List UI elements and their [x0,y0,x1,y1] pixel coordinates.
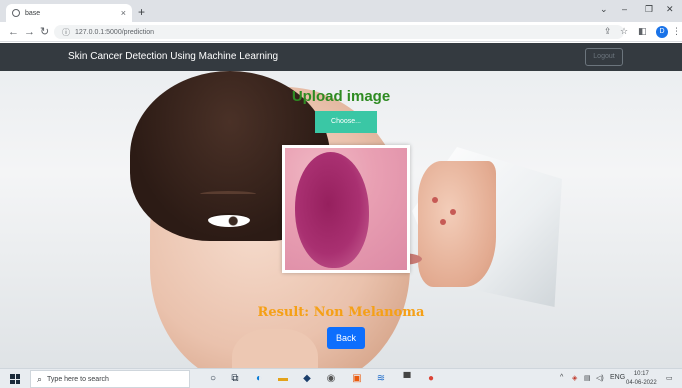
office-icon[interactable]: ▣ [350,372,364,386]
background-eyebrow [200,191,256,197]
restore-icon[interactable]: ❐ [645,4,653,15]
upload-heading: Upload image [291,88,391,105]
prediction-result: Result: Non Melanoma [257,305,425,320]
browser-tab[interactable]: base × [6,4,132,22]
media-icon[interactable]: ▀ [400,372,414,386]
url-text: 127.0.0.1:5000/prediction [75,28,155,36]
share-icon[interactable]: ⇪ [604,26,612,37]
taskbar-search-box[interactable]: ⌕ Type here to search [30,370,190,388]
menu-kebab-icon[interactable]: ⋮ [672,26,681,37]
minimize-icon[interactable]: – [622,4,627,14]
language-indicator[interactable]: ENG [610,374,625,381]
taskbar-clock[interactable]: 10:17 04-06-2022 [626,370,657,388]
search-icon: ⌕ [37,373,43,384]
reload-icon[interactable]: ↻ [40,25,49,39]
address-bar[interactable]: ⓘ 127.0.0.1:5000/prediction [54,25,624,39]
background-eye [208,213,250,227]
info-icon: ⓘ [62,27,70,37]
antivirus-icon[interactable]: ◈ [572,374,577,382]
web-page: Skin Cancer Detection Using Machine Lear… [0,43,682,368]
profile-avatar[interactable]: D [656,26,668,38]
windows-start-icon[interactable] [10,374,20,384]
side-panel-icon[interactable]: ◧ [638,26,647,37]
background-skin-closeup [418,161,496,287]
vscode-icon[interactable]: ≋ [374,372,388,386]
clock-date: 04-06-2022 [626,380,657,386]
tray-chevron-icon[interactable]: ^ [560,374,563,381]
volume-icon[interactable]: ◁) [596,374,604,382]
bookmark-star-icon[interactable]: ☆ [620,26,628,37]
navbar: Skin Cancer Detection Using Machine Lear… [0,43,682,71]
background-hand [232,329,318,368]
edge-icon[interactable]: ◐ [252,372,266,386]
close-window-icon[interactable]: ✕ [666,4,674,15]
tab-title: base [25,9,41,17]
choose-file-button[interactable]: Choose... [315,111,377,133]
windows-taskbar: ⌕ Type here to search ○ ⧉ ◐ ▬ ◆ ◉ ▣ ≋ ▀ … [0,368,682,388]
background-blemish [450,209,456,215]
browser-toolbar: ← → ↻ ⓘ 127.0.0.1:5000/prediction ⇪ ☆ ◧ … [0,22,682,42]
taskbar-search-placeholder: Type here to search [47,375,109,383]
store-icon[interactable]: ◆ [300,372,314,386]
browser-tabstrip: base × + ⌄ – ❐ ✕ [0,0,682,22]
network-icon[interactable]: ▤ [584,374,591,382]
new-tab-button[interactable]: + [138,5,145,19]
cortana-icon[interactable]: ○ [206,372,220,386]
back-button[interactable]: Back [327,327,365,349]
app-icon[interactable]: ◉ [324,372,338,386]
uploaded-image-preview [282,145,410,273]
skin-lesion-image [295,152,369,268]
globe-icon [12,9,20,17]
tab-search-icon[interactable]: ⌄ [600,4,608,15]
chrome-icon[interactable]: ● [424,372,438,386]
navbar-brand[interactable]: Skin Cancer Detection Using Machine Lear… [68,51,278,62]
back-arrow-icon[interactable]: ← [8,25,19,39]
logout-button[interactable]: Logout [585,48,623,66]
clock-time: 10:17 [633,371,649,377]
notifications-icon[interactable]: ▭ [666,374,673,382]
background-blemish [432,197,438,203]
forward-arrow-icon[interactable]: → [24,25,35,39]
background-blemish [440,219,446,225]
tab-close-icon[interactable]: × [121,8,126,18]
task-view-icon[interactable]: ⧉ [228,372,242,386]
file-explorer-icon[interactable]: ▬ [276,372,290,386]
